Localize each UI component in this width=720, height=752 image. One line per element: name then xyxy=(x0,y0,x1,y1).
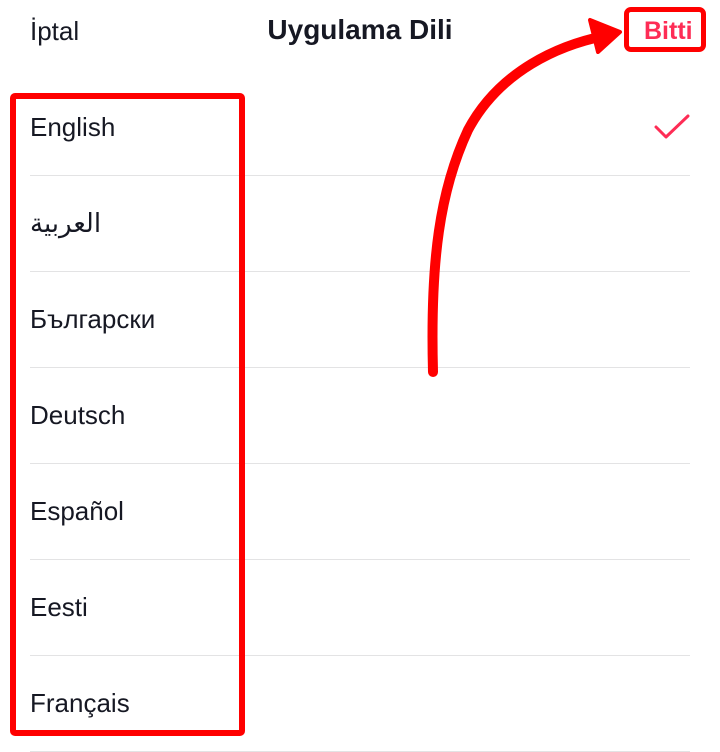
checkmark-icon xyxy=(654,114,690,139)
navigation-header: İptal Uygulama Dili Bitti xyxy=(0,0,720,66)
language-list-highlight-box xyxy=(10,93,245,736)
page-title: Uygulama Dili xyxy=(267,14,453,45)
done-button-highlight-box xyxy=(624,7,706,52)
